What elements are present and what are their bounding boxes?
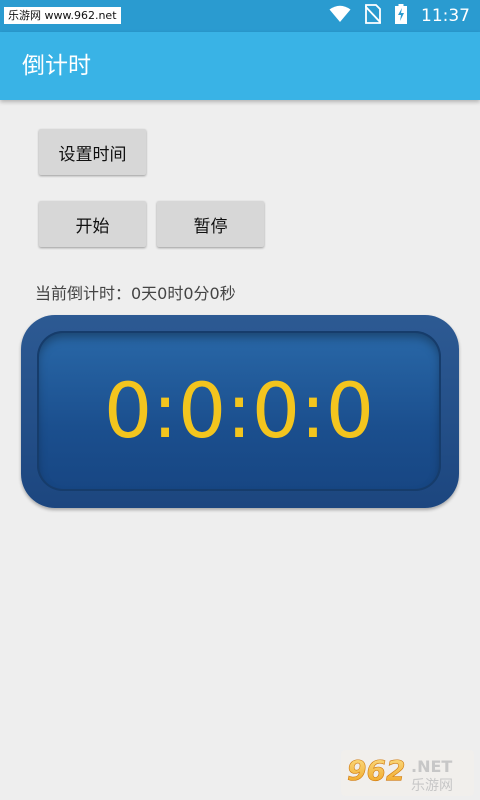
start-button[interactable]: 开始 (39, 201, 146, 247)
wifi-icon (329, 5, 351, 27)
countdown-status-label: 当前倒计时：0天0时0分0秒 (35, 284, 236, 303)
countdown-display: 0:0:0:0 (103, 366, 375, 455)
status-bar: 乐游网 www.962.net 11:37 (0, 0, 480, 32)
set-time-button[interactable]: 设置时间 (39, 129, 146, 175)
svg-text:.NET: .NET (411, 757, 452, 776)
status-icons: 11:37 (329, 0, 470, 32)
no-sim-icon (364, 4, 382, 28)
svg-text:乐游网: 乐游网 (411, 778, 453, 794)
site-watermark: 乐游网 www.962.net (4, 7, 121, 24)
app-bar: 倒计时 (0, 32, 480, 100)
status-time: 11:37 (421, 6, 470, 26)
countdown-clock-face: 0:0:0:0 (37, 331, 441, 491)
battery-charging-icon (395, 4, 407, 28)
pause-button[interactable]: 暂停 (157, 201, 264, 247)
countdown-clock-panel: 0:0:0:0 (21, 315, 459, 508)
site-logo-watermark: 962 .NET 乐游网 (341, 750, 474, 796)
page-title: 倒计时 (22, 53, 91, 79)
svg-text:962: 962 (347, 754, 405, 787)
